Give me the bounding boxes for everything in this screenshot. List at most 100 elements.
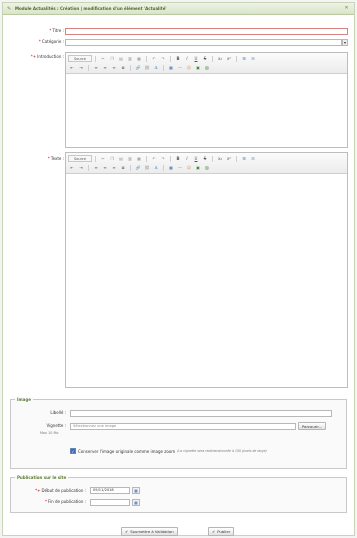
link-icon[interactable]: 🔗: [134, 64, 142, 71]
conserve-checkbox[interactable]: ✓: [70, 448, 76, 454]
categorie-label: Catégorie :: [41, 39, 64, 44]
libelle-input[interactable]: [70, 410, 332, 417]
undo-icon[interactable]: ↶: [150, 55, 158, 62]
fin-date-input[interactable]: [90, 499, 130, 506]
browse-button[interactable]: Parcourir...: [298, 422, 327, 430]
texte-label-row: * Texte :: [2, 156, 64, 161]
paste-icon[interactable]: ▤: [117, 155, 125, 162]
bullet-list-icon[interactable]: ☷: [249, 55, 257, 62]
debut-label-row: *+ Début de publication :: [14, 488, 86, 493]
strike-icon[interactable]: S: [201, 55, 209, 62]
texte-editor[interactable]: Source ✂ ❐ ▤ ▥ ▦ ↶ ↷ B I U S x₂ x² ☰ ☷ ⇤…: [65, 152, 348, 388]
titre-input[interactable]: [65, 28, 348, 35]
bold-icon[interactable]: B: [174, 155, 182, 162]
align-center-icon[interactable]: ≡: [101, 64, 109, 71]
italic-icon[interactable]: I: [183, 55, 191, 62]
undo-icon[interactable]: ↶: [150, 155, 158, 162]
smiley-icon[interactable]: ☺: [185, 164, 193, 171]
superscript-icon[interactable]: x²: [225, 155, 233, 162]
fin-label: Fin de publication :: [48, 499, 86, 504]
cut-icon[interactable]: ✂: [99, 55, 107, 62]
bold-icon[interactable]: B: [174, 55, 182, 62]
texte-editor-toolbar: Source ✂ ❐ ▤ ▥ ▦ ↶ ↷ B I U S x₂ x² ☰ ☷ ⇤…: [66, 153, 347, 174]
indent-icon[interactable]: ⇥: [77, 164, 85, 171]
italic-icon[interactable]: I: [183, 155, 191, 162]
paste-text-icon[interactable]: ▥: [126, 55, 134, 62]
outdent-icon[interactable]: ⇤: [68, 164, 76, 171]
flash-icon[interactable]: ▨: [203, 64, 211, 71]
subscript-icon[interactable]: x₂: [216, 155, 224, 162]
unlink-icon[interactable]: ⛓: [143, 164, 151, 171]
paste-text-icon[interactable]: ▥: [126, 155, 134, 162]
cut-icon[interactable]: ✂: [99, 155, 107, 162]
outdent-icon[interactable]: ⇤: [68, 64, 76, 71]
intro-label: Introduction :: [37, 54, 64, 59]
image-legend: Image: [15, 397, 33, 402]
table-icon[interactable]: ▦: [167, 164, 175, 171]
unlink-icon[interactable]: ⛓: [143, 64, 151, 71]
source-button[interactable]: Source: [68, 55, 92, 62]
smiley-icon[interactable]: ☺: [185, 64, 193, 71]
hr-icon[interactable]: —: [176, 64, 184, 71]
vignette-file-input[interactable]: Sélectionnez une image: [70, 423, 296, 430]
ordered-list-icon[interactable]: ☰: [240, 55, 248, 62]
intro-edit-area[interactable]: [66, 74, 347, 147]
close-icon[interactable]: ✕: [343, 5, 350, 12]
table-icon[interactable]: ▦: [167, 64, 175, 71]
required-marker: *: [45, 499, 48, 504]
source-button[interactable]: Source: [68, 155, 92, 162]
redo-icon[interactable]: ↷: [159, 155, 167, 162]
libelle-label: Libellé :: [50, 410, 66, 415]
submit-validation-button[interactable]: ✔ Soumettre à Validation: [121, 527, 178, 536]
image-icon[interactable]: ▣: [194, 64, 202, 71]
required-marker-plus: *+: [35, 488, 41, 493]
align-justify-icon[interactable]: ≣: [119, 64, 127, 71]
subscript-icon[interactable]: x₂: [216, 55, 224, 62]
indent-icon[interactable]: ⇥: [77, 64, 85, 71]
hr-icon[interactable]: —: [176, 164, 184, 171]
ordered-list-icon[interactable]: ☰: [240, 155, 248, 162]
align-right-icon[interactable]: ≡: [110, 164, 118, 171]
anchor-icon[interactable]: ⚓: [152, 64, 160, 71]
calendar-icon[interactable]: ▦: [132, 487, 140, 494]
paste-word-icon[interactable]: ▦: [135, 55, 143, 62]
calendar-icon[interactable]: ▦: [132, 499, 140, 506]
anchor-icon[interactable]: ⚓: [152, 164, 160, 171]
debut-date-input[interactable]: 09/11/2018: [90, 487, 130, 494]
align-right-icon[interactable]: ≡: [110, 64, 118, 71]
debut-label: Début de publication :: [41, 488, 87, 493]
window-title: Module Actualités : Création | modificat…: [15, 6, 167, 11]
conserve-row: ✓ Conserver l'image originale comme imag…: [70, 448, 267, 454]
chevron-down-icon[interactable]: ▾: [342, 39, 348, 46]
vignette-max-size: Max 10 Mo: [40, 431, 59, 435]
superscript-icon[interactable]: x²: [225, 55, 233, 62]
bullet-list-icon[interactable]: ☷: [249, 155, 257, 162]
copy-icon[interactable]: ❐: [108, 55, 116, 62]
image-icon[interactable]: ▣: [194, 164, 202, 171]
flash-icon[interactable]: ▨: [203, 164, 211, 171]
intro-editor-toolbar: Source ✂ ❐ ▤ ▥ ▦ ↶ ↷ B I U S x₂ x² ☰ ☷ ⇤…: [66, 53, 347, 74]
categorie-select[interactable]: [65, 39, 342, 46]
intro-editor[interactable]: Source ✂ ❐ ▤ ▥ ▦ ↶ ↷ B I U S x₂ x² ☰ ☷ ⇤…: [65, 52, 348, 148]
copy-icon[interactable]: ❐: [108, 155, 116, 162]
check-icon: ✔: [212, 529, 216, 534]
underline-icon[interactable]: U: [192, 155, 200, 162]
underline-icon[interactable]: U: [192, 55, 200, 62]
strike-icon[interactable]: S: [201, 155, 209, 162]
required-marker-plus: *+: [30, 54, 37, 59]
align-center-icon[interactable]: ≡: [101, 164, 109, 171]
redo-icon[interactable]: ↷: [159, 55, 167, 62]
paste-word-icon[interactable]: ▦: [135, 155, 143, 162]
required-marker: *: [38, 39, 41, 44]
link-icon[interactable]: 🔗: [134, 164, 142, 171]
publish-button[interactable]: ✔ Publier: [208, 527, 235, 536]
check-icon: ✔: [125, 529, 129, 534]
publication-legend: Publication sur le site: [15, 475, 69, 480]
texte-edit-area[interactable]: [66, 174, 347, 387]
paste-icon[interactable]: ▤: [117, 55, 125, 62]
align-left-icon[interactable]: ≡: [92, 64, 100, 71]
align-left-icon[interactable]: ≡: [92, 164, 100, 171]
texte-label: Texte :: [50, 156, 64, 161]
align-justify-icon[interactable]: ≣: [119, 164, 127, 171]
vignette-label: Vignette :: [46, 423, 66, 428]
